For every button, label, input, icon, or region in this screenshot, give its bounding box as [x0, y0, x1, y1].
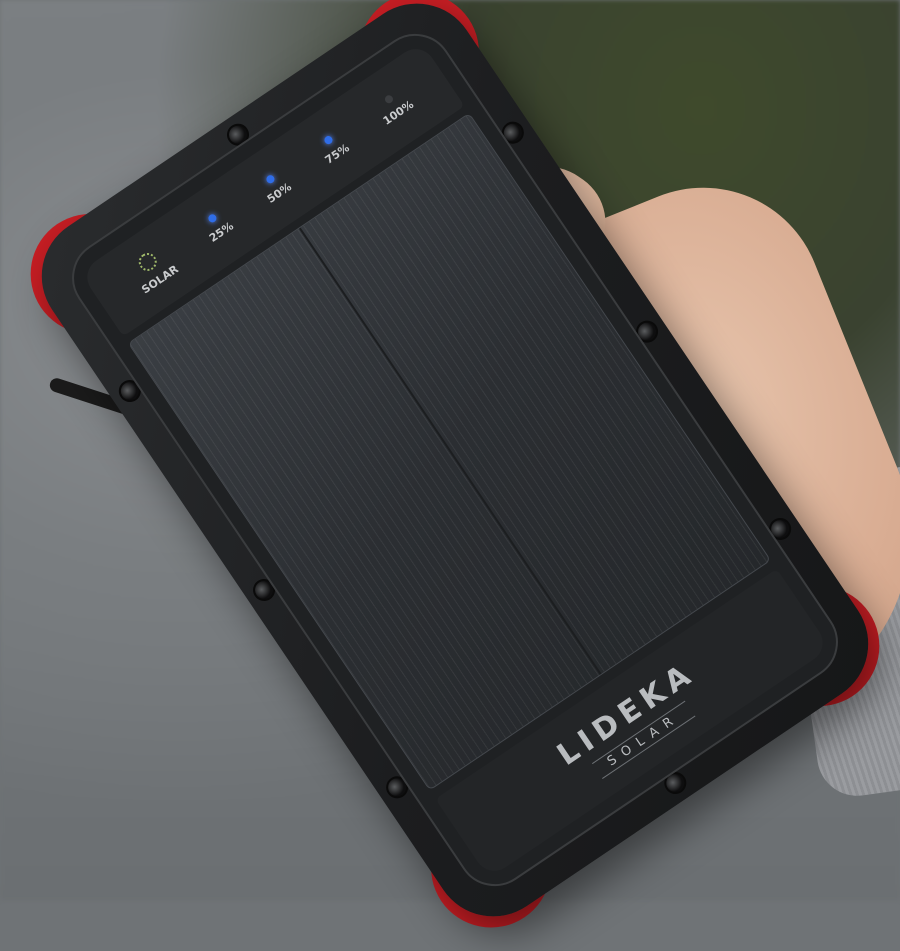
indicator-50: 50% [257, 168, 294, 205]
led-icon [322, 134, 334, 146]
indicator-label: 25% [206, 219, 236, 245]
led-icon [206, 212, 218, 224]
sun-icon [135, 248, 161, 274]
indicator-solar: SOLAR [126, 242, 181, 296]
indicator-label: 75% [322, 140, 352, 167]
photo-scene: SOLAR 25% 50% 75% 100% LIDEKA SOLAR [0, 0, 900, 951]
indicator-label: 50% [264, 179, 294, 206]
indicator-75: 75% [315, 129, 352, 166]
panel-divider [298, 227, 602, 675]
led-icon [383, 93, 395, 105]
indicator-100: 100% [373, 86, 416, 127]
indicator-25: 25% [199, 207, 236, 245]
led-icon [264, 173, 276, 185]
